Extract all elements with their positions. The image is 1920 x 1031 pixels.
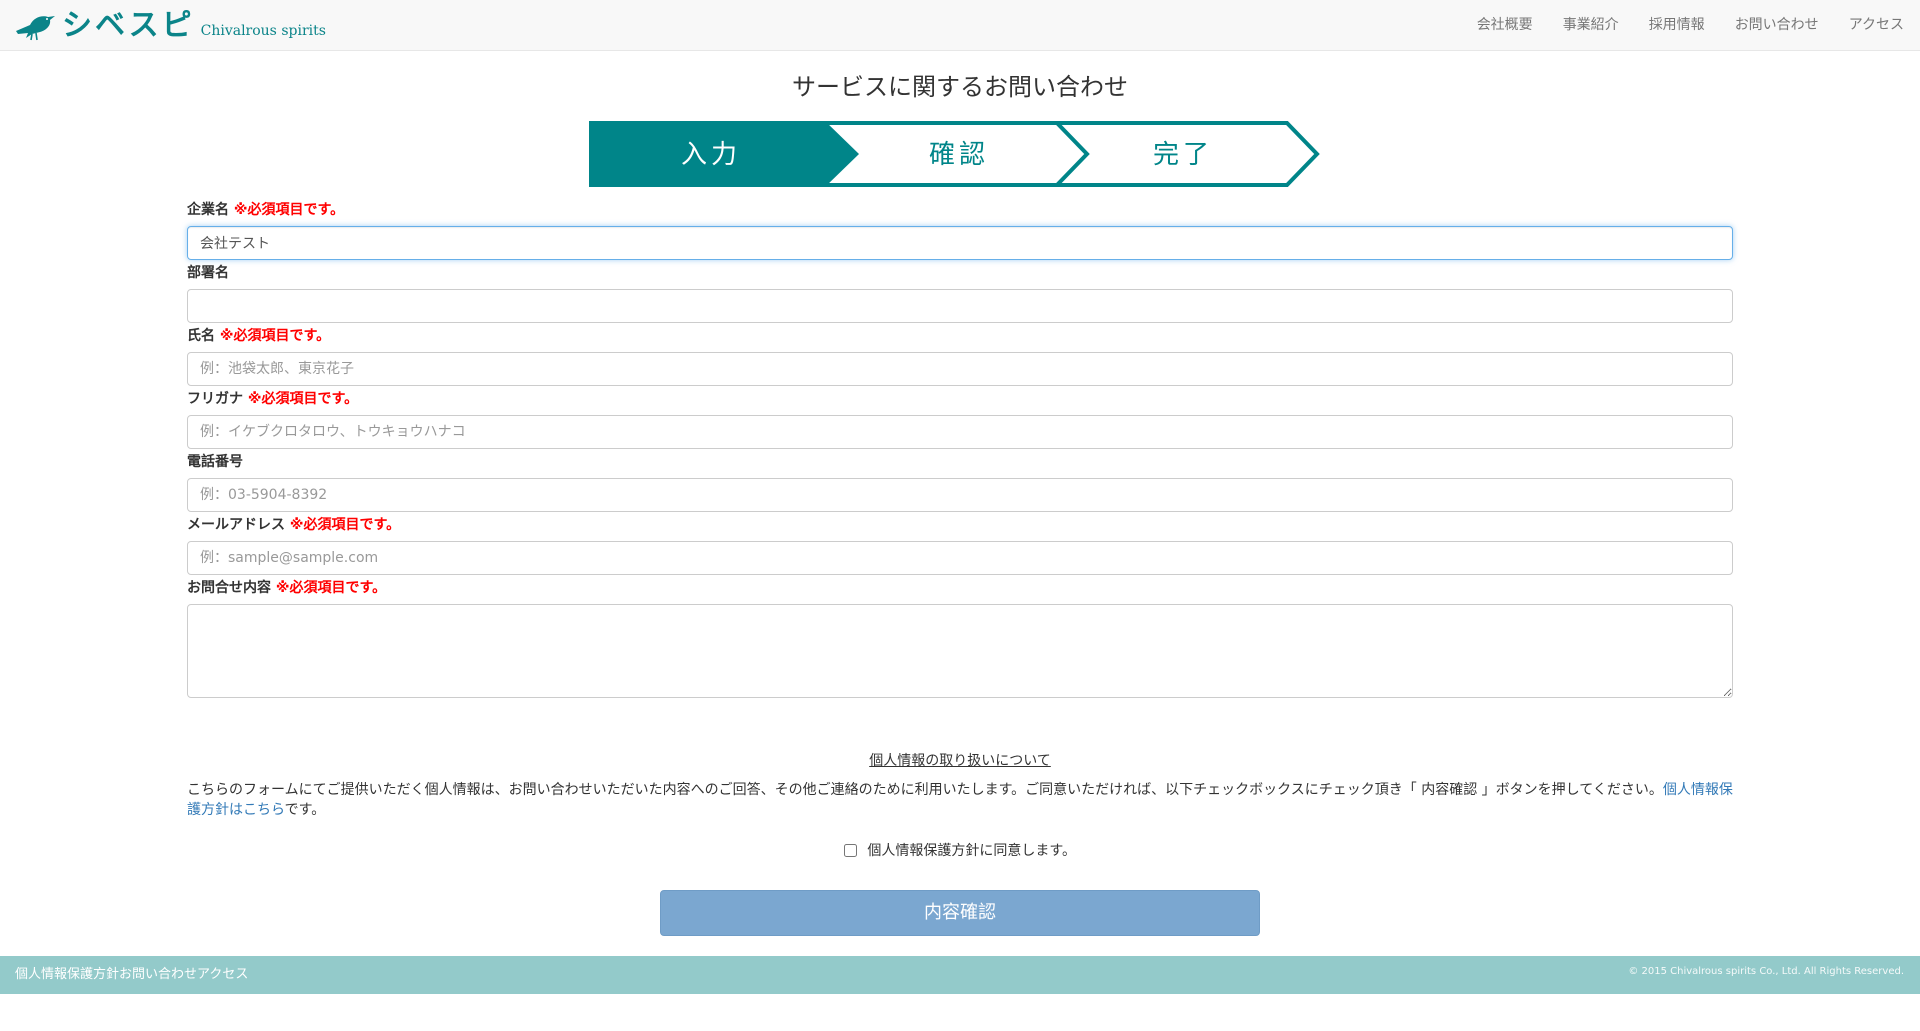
phone-label-text: 電話番号 <box>187 454 243 470</box>
department-input[interactable] <box>187 289 1733 323</box>
required-note: ※必須項目です。 <box>275 580 387 596</box>
email-field: メールアドレス ※必須項目です。 <box>187 515 1733 575</box>
email-label: メールアドレス ※必須項目です。 <box>187 515 1733 536</box>
agree-label: 個人情報保護方針に同意します。 <box>867 843 1077 859</box>
crow-icon <box>16 16 55 41</box>
top-nav: 会社概要 事業紹介 採用情報 お問い合わせ アクセス <box>1447 0 1904 50</box>
step-3-label: 完了 <box>1153 140 1213 170</box>
required-note: ※必須項目です。 <box>247 391 359 407</box>
email-input[interactable] <box>187 541 1733 575</box>
furigana-label-text: フリガナ <box>187 391 243 407</box>
footer-link-privacy[interactable]: 個人情報保護方針 <box>15 967 119 982</box>
inquiry-label-text: お問合せ内容 <box>187 580 271 596</box>
footer-links: 個人情報保護方針お問い合わせアクセス <box>15 956 248 994</box>
furigana-input[interactable] <box>187 415 1733 449</box>
brand-logo[interactable]: シベスピ Chivalrous spirits <box>14 9 326 43</box>
department-label-text: 部署名 <box>187 265 229 281</box>
name-input[interactable] <box>187 352 1733 386</box>
footer-link-access[interactable]: アクセス <box>197 967 248 982</box>
brand-name-en: Chivalrous spirits <box>200 23 326 39</box>
nav-item-business[interactable]: 事業紹介 <box>1563 0 1619 50</box>
phone-input[interactable] <box>187 478 1733 512</box>
company-label-text: 企業名 <box>187 202 229 218</box>
privacy-title: 個人情報の取り扱いについて <box>869 753 1051 769</box>
step-1-label: 入力 <box>681 140 741 170</box>
brand-name-jp: シベスピ <box>62 8 195 43</box>
required-note: ※必須項目です。 <box>233 202 345 218</box>
phone-label: 電話番号 <box>187 452 1733 473</box>
inquiry-field: お問合せ内容 ※必須項目です。 <box>187 578 1733 698</box>
required-note: ※必須項目です。 <box>219 328 331 344</box>
footer: 個人情報保護方針お問い合わせアクセス © 2015 Chivalrous spi… <box>0 956 1920 994</box>
page-title: サービスに関するお問い合わせ <box>792 73 1128 101</box>
furigana-field: フリガナ ※必須項目です。 <box>187 389 1733 449</box>
phone-field: 電話番号 <box>187 452 1733 512</box>
nav-item-access[interactable]: アクセス <box>1849 0 1904 50</box>
name-field: 氏名 ※必須項目です。 <box>187 326 1733 386</box>
company-label: 企業名 ※必須項目です。 <box>187 200 1733 221</box>
navbar: シベスピ Chivalrous spirits 会社概要 事業紹介 採用情報 お… <box>0 0 1920 51</box>
name-label-text: 氏名 <box>187 328 215 344</box>
inquiry-label: お問合せ内容 ※必須項目です。 <box>187 578 1733 599</box>
agree-row: 個人情報保護方針に同意します。 <box>0 840 1920 860</box>
privacy-suffix: です。 <box>284 802 326 818</box>
department-field: 部署名 <box>187 263 1733 323</box>
step-indicator: 入力 確認 完了 <box>589 121 1320 187</box>
furigana-label: フリガナ ※必須項目です。 <box>187 389 1733 410</box>
privacy-text: こちらのフォームにてご提供いただく個人情報は、お問い合わせいただいた内容へのご回… <box>187 780 1733 820</box>
copyright: © 2015 Chivalrous spirits Co., Ltd. All … <box>1628 966 1904 977</box>
required-note: ※必須項目です。 <box>289 517 401 533</box>
company-field: 企業名 ※必須項目です。 <box>187 200 1733 260</box>
confirm-button[interactable]: 内容確認 <box>660 890 1260 936</box>
department-label: 部署名 <box>187 263 1733 284</box>
step-2-label: 確認 <box>929 140 989 170</box>
privacy-body: こちらのフォームにてご提供いただく個人情報は、お問い合わせいただいた内容へのご回… <box>187 782 1663 798</box>
nav-item-contact[interactable]: お問い合わせ <box>1735 0 1819 50</box>
footer-link-contact[interactable]: お問い合わせ <box>119 967 197 982</box>
company-input[interactable] <box>187 226 1733 260</box>
nav-item-recruit[interactable]: 採用情報 <box>1649 0 1705 50</box>
email-label-text: メールアドレス <box>187 517 285 533</box>
name-label: 氏名 ※必須項目です。 <box>187 326 1733 347</box>
contact-form: 企業名 ※必須項目です。 部署名 氏名 ※必須項目です。 フリガナ ※必須項目で… <box>187 200 1733 701</box>
inquiry-textarea[interactable] <box>187 604 1733 698</box>
nav-item-company[interactable]: 会社概要 <box>1477 0 1533 50</box>
agree-checkbox[interactable] <box>843 843 857 857</box>
